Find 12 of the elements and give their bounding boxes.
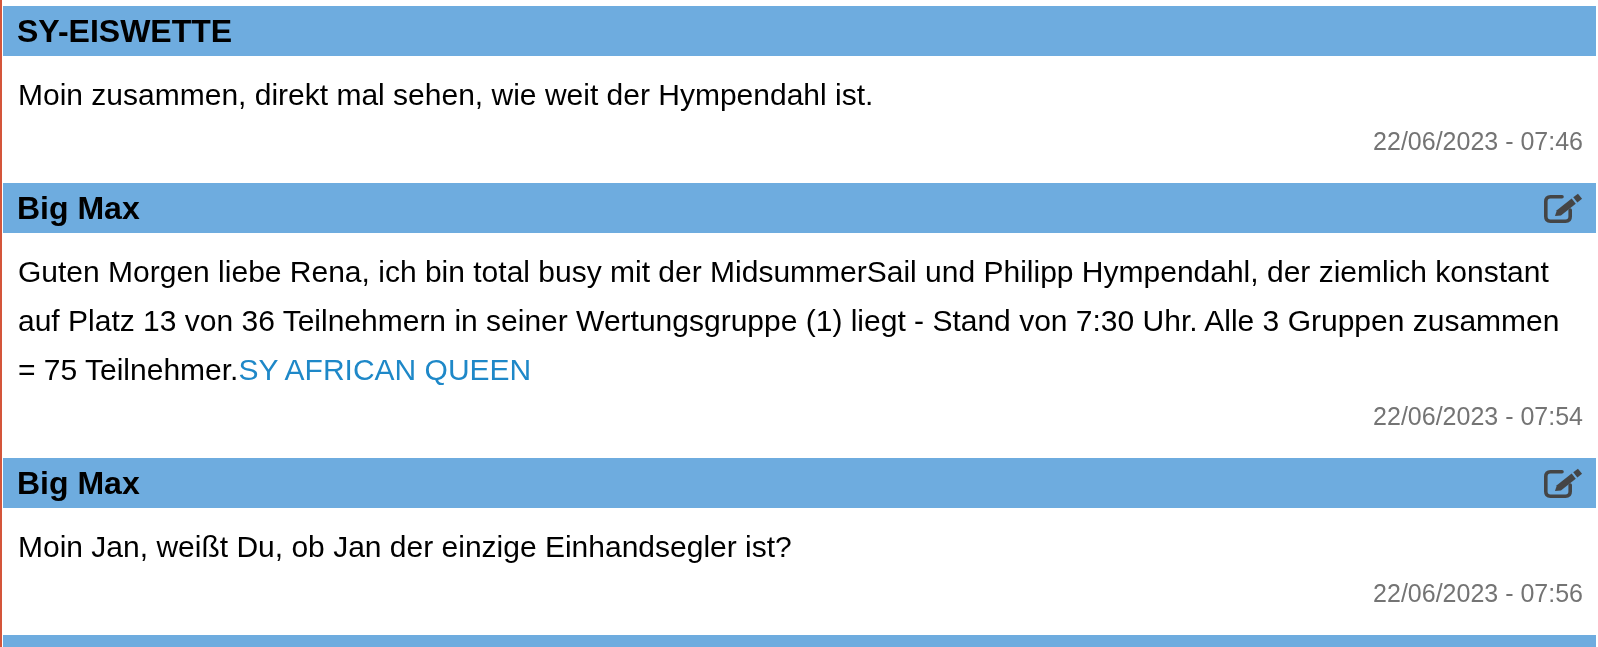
author-name: SY-EISWETTE — [17, 13, 233, 49]
edit-icon[interactable] — [1544, 468, 1583, 498]
message-text: Moin Jan, weißt Du, ob Jan der einzige Einhandsegler ist? — [18, 529, 793, 565]
author-name: Big Max — [17, 190, 140, 226]
boat-link[interactable]: SY AFRICAN QUEEN — [238, 353, 532, 386]
post-timestamp: 22/06/2023 - 07:54 — [1372, 401, 1583, 432]
post-timestamp: 22/06/2023 - 07:46 — [1372, 126, 1583, 157]
message-text: Moin zusammen, direkt mal sehen, wie weit der Hympendahl ist. — [18, 77, 875, 113]
edit-icon[interactable] — [1544, 193, 1583, 223]
author-name: Big Max — [17, 465, 140, 501]
message-text: Guten Morgen liebe Rena, ich bin total busy mit der MidsummerSail und Philipp Hympendahl, der ziemlich konstant auf Platz 13 von 36 Teilnehmern in seiner Wertungsgruppe (1) liegt - Stand von 7:30 Uhr. Alle 3 Gruppen zusammen = 75 Teilnehmer.SY AFRICAN QUEEN — [18, 254, 1561, 388]
post-timestamp: 22/06/2023 - 07:56 — [1372, 578, 1583, 609]
